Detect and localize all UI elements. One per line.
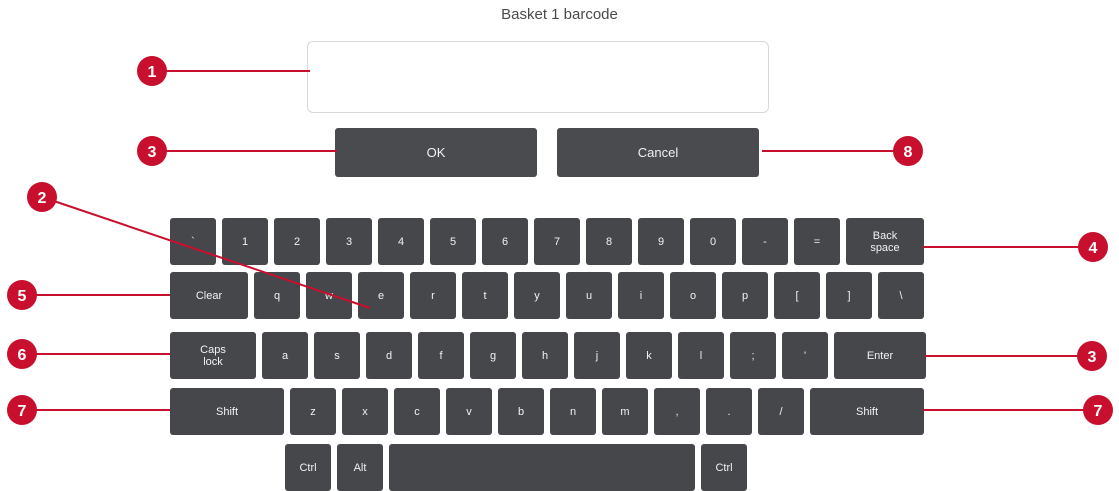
callout-badge-label: 7 [18, 403, 27, 420]
callout-badge-label: 6 [18, 347, 27, 364]
callout-layer: 1 2 3 3 4 5 6 7 7 8 [7, 56, 1113, 425]
callout-badge-label: 1 [148, 64, 157, 81]
callout-badge-label: 3 [1088, 349, 1097, 366]
callout-badge-label: 2 [38, 190, 47, 207]
callout-badge-label: 5 [18, 288, 27, 305]
callout-badge-label: 3 [148, 144, 157, 161]
callout-badge-label: 4 [1089, 240, 1098, 257]
callout-line-2 [41, 196, 371, 309]
callout-badge-label: 8 [904, 144, 913, 161]
callout-badge-label: 7 [1094, 403, 1103, 420]
